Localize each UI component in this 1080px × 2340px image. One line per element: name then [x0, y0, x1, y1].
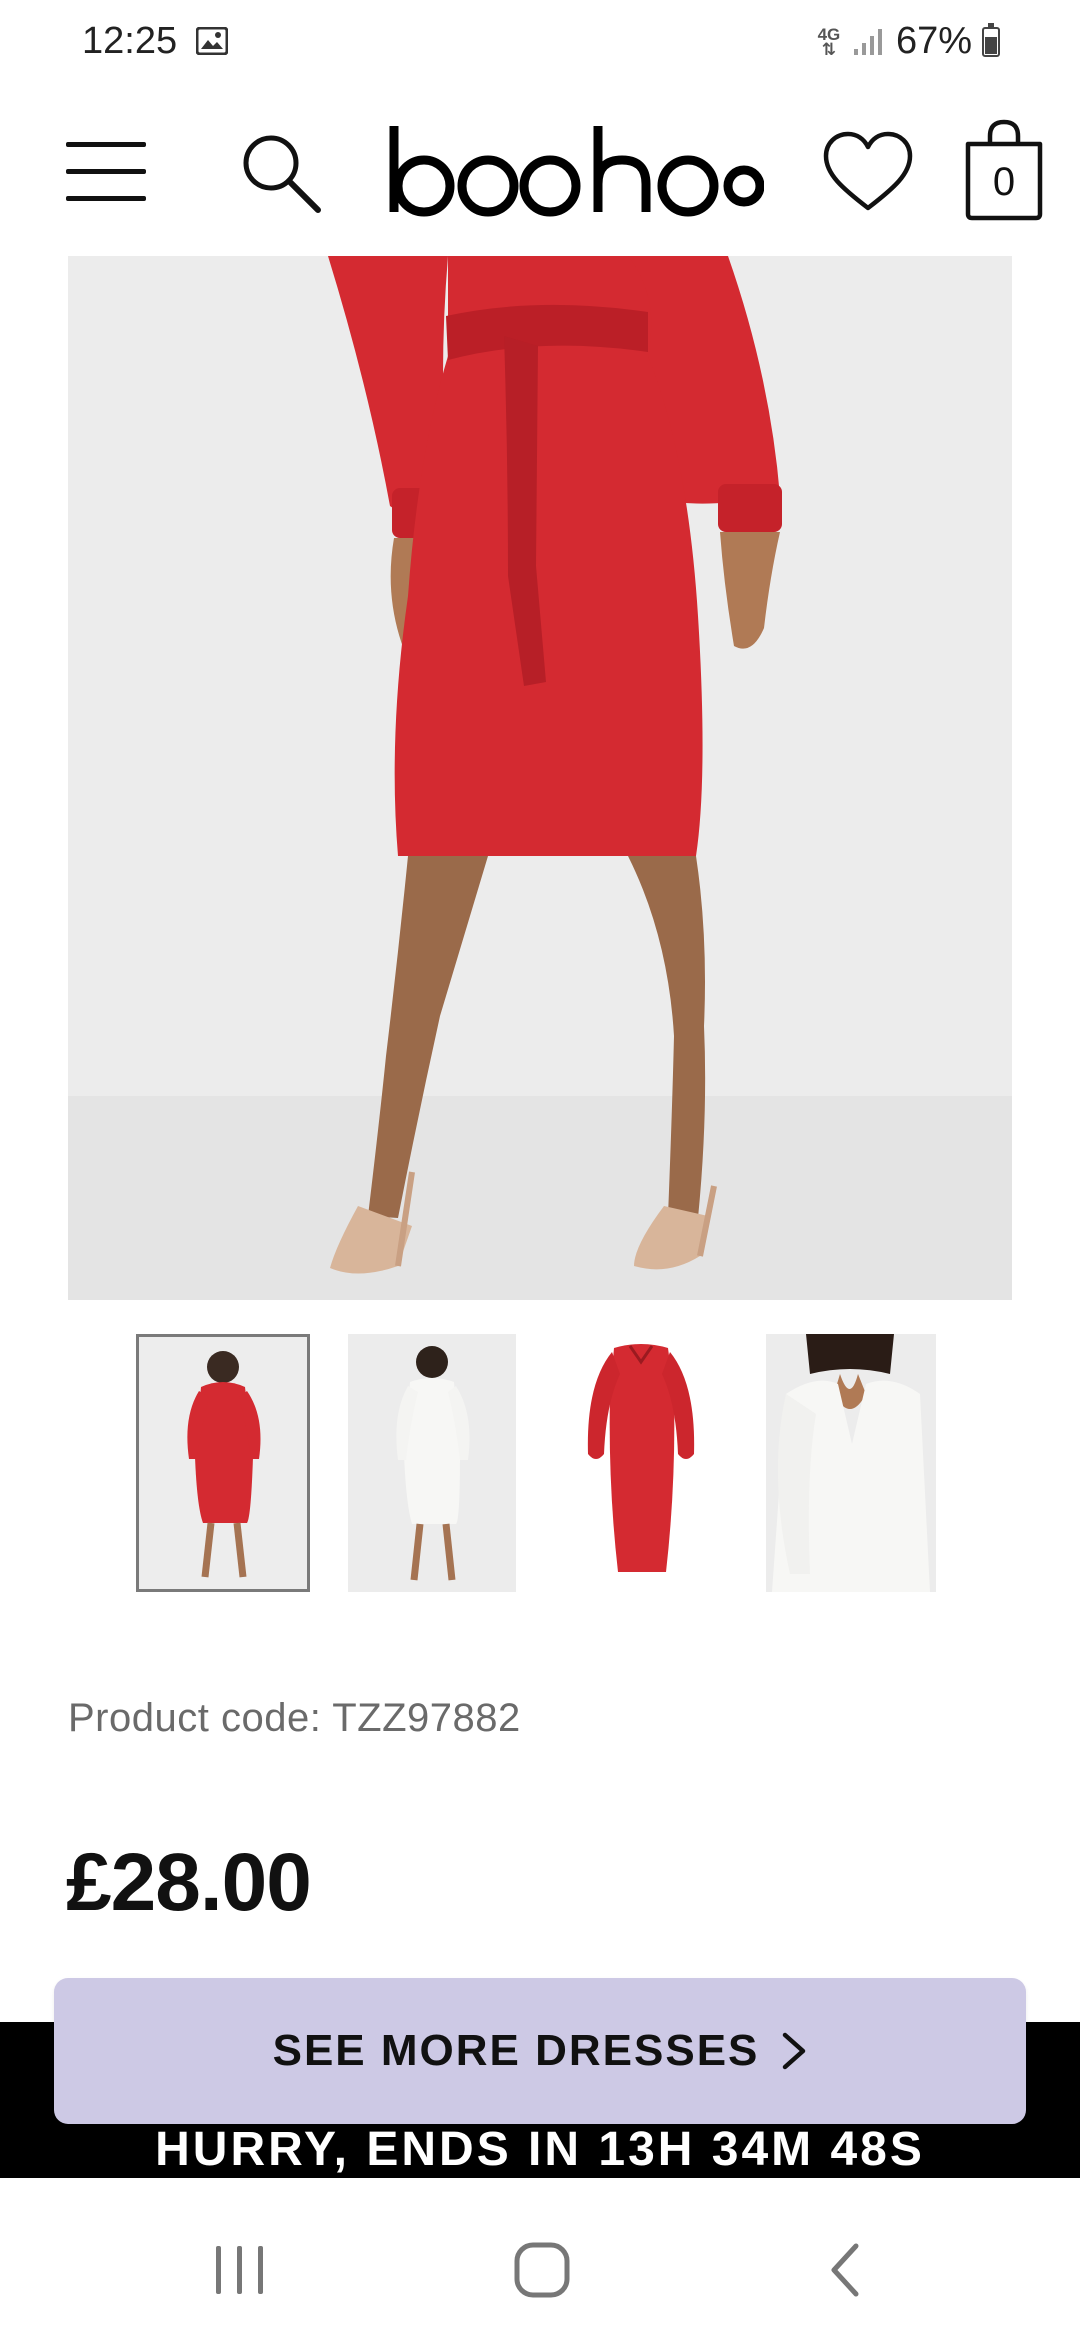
product-main-image[interactable]: [68, 256, 1012, 1300]
product-code: Product code: TZZ97882: [68, 1696, 521, 1740]
gallery-notification-icon: [196, 27, 228, 55]
battery-percent: 67%: [895, 20, 972, 62]
back-icon: [831, 2243, 859, 2297]
recent-apps-icon: [216, 2246, 263, 2294]
home-button[interactable]: [502, 2230, 582, 2310]
site-header: 0: [0, 110, 1080, 240]
see-more-dresses-button[interactable]: SEE MORE DRESSES: [54, 1978, 1026, 2124]
status-indicators: 4G ⇅ 67%: [816, 20, 1000, 63]
thumbnail-3[interactable]: [556, 1334, 726, 1592]
thumbnail-1[interactable]: [136, 1334, 310, 1592]
battery-icon: [982, 22, 1000, 57]
thumbnail-4-image: [766, 1334, 936, 1592]
signal-icon: [853, 28, 882, 55]
product-photo: [68, 256, 1012, 1300]
status-time: 12:25: [82, 20, 178, 62]
countdown-text: HURRY, ENDS IN 13H 34M 48S: [155, 2123, 925, 2176]
boohoo-logo[interactable]: [384, 120, 764, 220]
system-nav-bar: [0, 2180, 1080, 2340]
network-label: 4G: [817, 24, 841, 44]
home-icon: [514, 2242, 570, 2298]
chevron-right-icon: [783, 2032, 806, 2070]
back-button[interactable]: [806, 2230, 886, 2310]
menu-icon[interactable]: [66, 130, 148, 212]
search-icon[interactable]: [238, 130, 324, 216]
thumbnail-4[interactable]: [766, 1334, 936, 1592]
thumbnail-2[interactable]: [348, 1334, 516, 1592]
thumbnail-3-image: [556, 1334, 726, 1592]
thumbnail-strip: [0, 1334, 1080, 1592]
heart-icon[interactable]: [822, 130, 914, 216]
bag-button[interactable]: 0: [962, 118, 1046, 222]
status-bar: 12:25 4G ⇅ 67%: [0, 0, 1080, 84]
thumbnail-1-image: [139, 1337, 307, 1589]
thumbnail-2-image: [348, 1334, 516, 1592]
product-price: £28.00: [66, 1837, 312, 1928]
bag-count: 0: [992, 160, 1016, 204]
recent-apps-button[interactable]: [200, 2230, 280, 2310]
network-type: 4G ⇅: [817, 24, 841, 59]
see-more-label: SEE MORE DRESSES: [272, 2026, 760, 2075]
